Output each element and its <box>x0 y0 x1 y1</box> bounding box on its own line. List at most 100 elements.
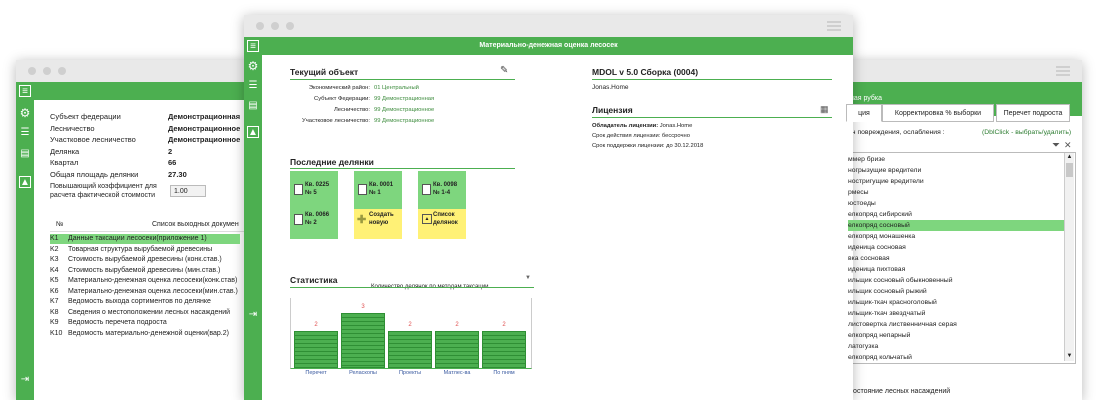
scroll-down-arrow[interactable]: ▼ <box>1065 352 1074 361</box>
hamburger-icon[interactable] <box>827 21 841 31</box>
report-icon[interactable]: ▲ <box>19 176 31 188</box>
doc-row[interactable]: K10 Ведомость материально-денежной оценки… <box>50 329 240 339</box>
version-owner: Jonas.Home <box>592 84 629 91</box>
bar-value-label: 2 <box>455 322 459 329</box>
plot-tile[interactable]: Кв. 0098 № 1-4 <box>418 171 466 209</box>
list-item[interactable]: елкопряд сосновый <box>848 220 1064 231</box>
window-dot[interactable] <box>58 67 66 75</box>
list-item[interactable]: елкопряд кольчатый <box>848 352 1064 363</box>
doc-row[interactable]: K7 Ведомость выхода сортиментов по делянк… <box>50 297 240 307</box>
doc-row[interactable]: K6 Материально-денежная оценка лесосеки(м… <box>50 287 240 297</box>
list-item[interactable]: ильщик сосновый обыкновенный <box>848 275 1064 286</box>
list-item[interactable]: рмесы <box>848 187 1064 198</box>
menu-icon[interactable]: ≡ <box>247 40 259 52</box>
field-label: Субъект федерации <box>50 112 121 121</box>
tab-0[interactable]: ция <box>846 104 882 122</box>
filter-icon[interactable]: ⏷ <box>1052 140 1060 151</box>
co-value: 01 Центральный <box>374 85 419 91</box>
license-term: Срок действия лицензии: бессрочно <box>592 133 690 139</box>
field-label: Квартал <box>50 158 79 167</box>
doc-name: Материально-денежная оценка лесосеки(кон… <box>68 277 238 284</box>
doc-row[interactable]: K4 Стоимость вырубаемой древесины (мин.ст… <box>50 266 240 276</box>
window-dot[interactable] <box>256 22 264 30</box>
edit-icon[interactable]: ✎ <box>500 65 508 76</box>
chart-bar <box>435 331 479 368</box>
category-label: По пням <box>493 370 515 376</box>
license-card-icon[interactable]: ▦ <box>820 104 829 115</box>
list-item[interactable]: ностригущие вредители <box>848 176 1064 187</box>
list-icon[interactable]: ☰ <box>19 127 31 139</box>
doc-row[interactable]: K2 Товарная структура вырубаемой древесин… <box>50 245 240 255</box>
category-label: Матлес-ва <box>443 370 471 376</box>
list-item[interactable]: латогузка <box>848 341 1064 352</box>
divider <box>290 168 515 169</box>
doc-row[interactable]: K5 Материально-денежная оценка лесосеки(к… <box>50 276 240 286</box>
divider <box>290 287 534 288</box>
current-object-heading: Текущий объект <box>290 67 359 77</box>
doc-name: Товарная структура вырубаемой древесины <box>68 245 213 253</box>
window-dot[interactable] <box>28 67 36 75</box>
plot-tile-label: Кв. 0066 № 2 <box>305 212 330 226</box>
exit-icon[interactable]: ⇥ <box>247 309 259 321</box>
list-item[interactable]: вка сосновая <box>848 253 1064 264</box>
list-item[interactable]: елкопряд монашенка <box>848 231 1064 242</box>
gear-icon[interactable]: ⚙ <box>19 107 31 119</box>
doc-name: Ведомость выхода сортиментов по делянке <box>68 298 211 305</box>
list-item[interactable]: листовертка лиственничная серая <box>848 319 1064 330</box>
list-item[interactable]: ильщик сосновый рыжий <box>848 286 1064 297</box>
chevron-down-icon: ▼ <box>525 275 531 281</box>
license-owner-value: Jonas.Home <box>659 123 693 129</box>
recent-heading: Последние делянки <box>290 157 374 167</box>
list-item[interactable]: иденица пихтовая <box>848 264 1064 275</box>
doc-name: Стоимость вырубаемой древесины (мин.став… <box>68 266 221 274</box>
window-dot[interactable] <box>43 67 51 75</box>
doc-row[interactable]: K1 Данные таксации лесосеки(приложение 1) <box>50 234 240 244</box>
chart-bar <box>482 331 526 368</box>
gear-icon[interactable]: ⚙ <box>247 60 259 72</box>
doc-code: K10 <box>50 329 63 337</box>
list-item[interactable]: елкопряд непарный <box>848 330 1064 341</box>
tab-2[interactable]: Перечет подроста <box>996 104 1070 122</box>
list-icon[interactable]: ☰ <box>247 80 259 92</box>
divider <box>592 117 832 118</box>
clear-filter-icon[interactable]: ✕ <box>1064 140 1072 151</box>
doc-code: K4 <box>50 266 59 274</box>
list-item[interactable]: ильщик-ткач звездчатый <box>848 308 1064 319</box>
list-item[interactable]: ммер бризе <box>848 154 1064 165</box>
scroll-up-arrow[interactable]: ▲ <box>1065 153 1074 162</box>
scroll-thumb[interactable] <box>1066 163 1073 177</box>
plus-icon: ✚ <box>357 214 367 226</box>
list-item[interactable]: юстоеды <box>848 198 1064 209</box>
list-item[interactable]: елкопряд сибирский <box>848 209 1064 220</box>
plot-tile[interactable]: Кв. 0066 № 2 <box>290 201 338 239</box>
doc-row[interactable]: K8 Сведения о местоположении лесных насаж… <box>50 308 240 318</box>
filter-label: ин повреждения, ослабления : <box>848 129 945 136</box>
database-icon[interactable]: ▤ <box>247 100 259 112</box>
plot-tile[interactable]: Кв. 0001 № 1 <box>354 171 402 209</box>
stats-dropdown[interactable]: Количество делянок по методам таксации ▼ <box>371 275 531 290</box>
stats-heading: Статистика <box>290 275 338 285</box>
report-icon[interactable]: ▲ <box>247 126 259 138</box>
doc-code: K6 <box>50 287 59 295</box>
scrollbar[interactable]: ▲ ▼ <box>1064 153 1074 361</box>
doc-code: K9 <box>50 319 59 326</box>
list-item[interactable]: ильщик-ткач красноголовый <box>848 297 1064 308</box>
exit-icon[interactable]: ⇥ <box>19 374 31 386</box>
document-icon <box>358 184 367 195</box>
menu-icon[interactable]: ≡ <box>19 85 31 97</box>
tab-1[interactable]: Корректировка % выборки <box>882 104 994 122</box>
doc-row[interactable]: K9 Ведомость перечета подроста <box>50 318 240 328</box>
coef-input[interactable]: 1.00 <box>170 185 206 197</box>
window-dot[interactable] <box>286 22 294 30</box>
database-icon[interactable]: ▤ <box>19 148 31 160</box>
window-dot[interactable] <box>271 22 279 30</box>
hamburger-icon[interactable] <box>1056 66 1070 76</box>
list-item[interactable]: иденица сосновая <box>848 242 1064 253</box>
list-item[interactable]: ногрызущие вредители <box>848 165 1064 176</box>
bar-value-label: 3 <box>361 304 365 310</box>
bar-value-label: 2 <box>408 322 412 329</box>
license-owner: Обладатель лицензии: Jonas.Home <box>592 123 692 129</box>
doc-row[interactable]: K3 Стоимость вырубаемой древесины (конк.с… <box>50 255 240 265</box>
category-label: Реласкопы <box>349 370 377 376</box>
create-tile-label: Создать новую <box>369 212 394 226</box>
